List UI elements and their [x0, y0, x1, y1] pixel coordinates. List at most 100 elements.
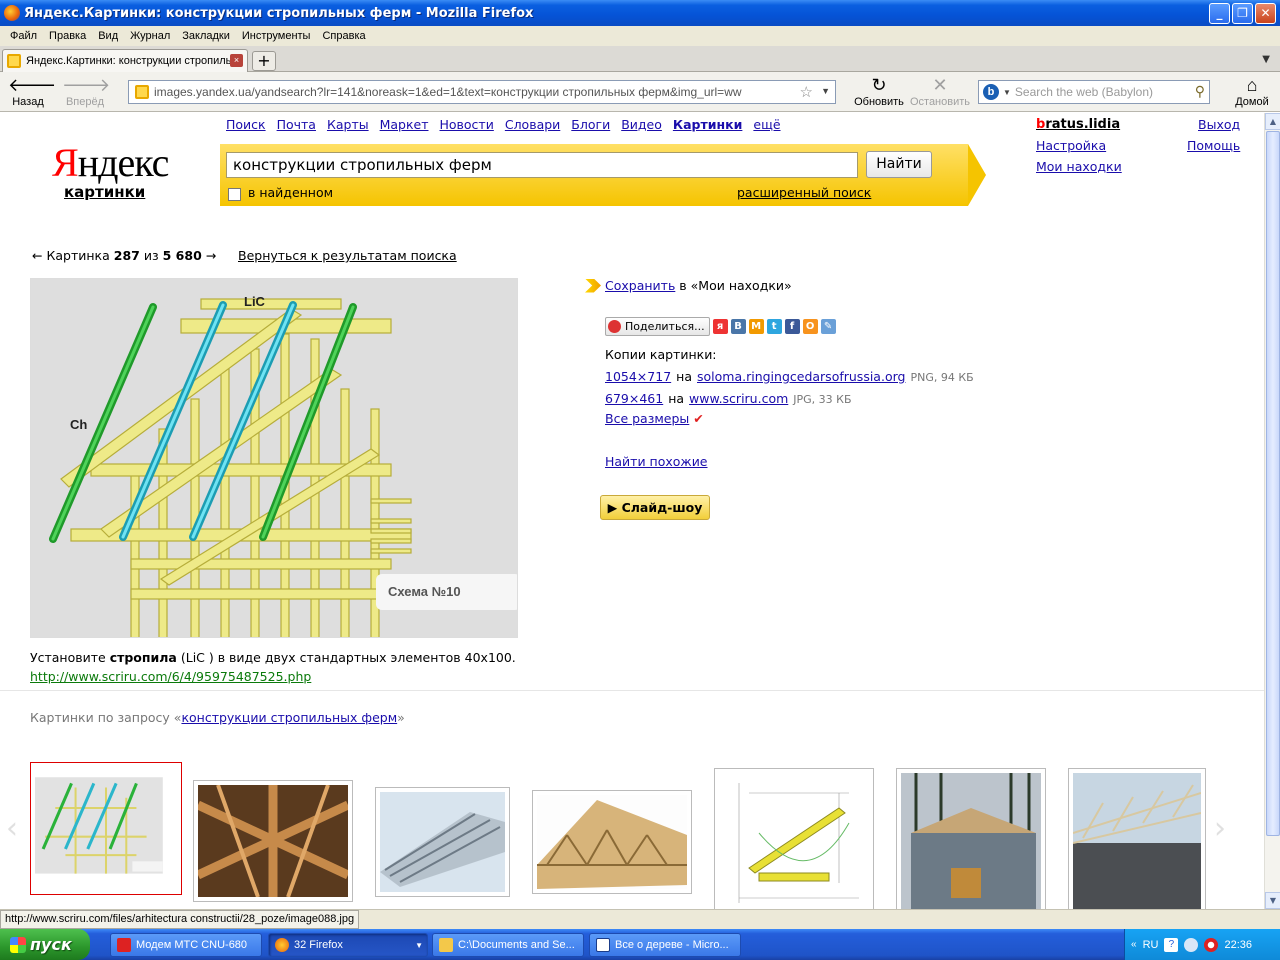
images-section-link[interactable]: картинки [64, 183, 145, 201]
stop-button[interactable]: ✕ Остановить [908, 74, 972, 108]
thumbnail-image [196, 784, 350, 898]
tab-yandex-images[interactable]: Яндекс.Картинки: конструкции стропиль...… [2, 49, 248, 72]
close-button[interactable]: ✕ [1255, 3, 1276, 24]
advanced-search-link[interactable]: расширенный поиск [737, 185, 871, 200]
service-video[interactable]: Видео [621, 117, 662, 132]
scroll-down-arrow-icon[interactable]: ▼ [1265, 892, 1280, 909]
page-scrollbar[interactable]: ▲ ▼ [1264, 113, 1280, 909]
copy-site-link[interactable]: soloma.ringingcedarsofrussia.org [697, 369, 905, 384]
task-explorer[interactable]: C:\Documents and Se... [432, 933, 584, 957]
facebook-icon[interactable]: f [784, 319, 800, 334]
help-link[interactable]: Помощь [1187, 138, 1240, 153]
tab-list-chevron-icon[interactable]: ▼ [1262, 54, 1270, 65]
logout-link[interactable]: Выход [1198, 117, 1240, 132]
address-bar[interactable]: images.yandex.ua/yandsearch?lr=141&norea… [128, 80, 836, 104]
source-url-link[interactable]: http://www.scriru.com/6/4/95975487525.ph… [30, 669, 311, 684]
service-more[interactable]: ещё [753, 117, 780, 132]
service-search[interactable]: Поиск [226, 117, 266, 132]
moi-mir-icon[interactable]: М [748, 319, 764, 334]
thumbnail[interactable] [375, 787, 510, 897]
search-magnifier-icon[interactable]: ⚲ [1195, 83, 1205, 100]
carousel-left-arrow-icon[interactable]: ‹ [6, 811, 20, 847]
back-button[interactable]: 🡐 Назад [8, 74, 57, 108]
my-finds-link[interactable]: Мои находки [1036, 159, 1122, 174]
twitter-icon[interactable]: t [766, 319, 782, 334]
copy-site-link[interactable]: www.scriru.com [689, 391, 788, 406]
query-input[interactable]: конструкции стропильных ферм [226, 152, 858, 178]
service-images[interactable]: Картинки [673, 117, 742, 132]
search-button[interactable]: Найти [866, 151, 932, 178]
ya-ru-icon[interactable]: я [712, 319, 728, 334]
slideshow-button[interactable]: ▶ Слайд-шоу [600, 495, 710, 520]
menu-tools[interactable]: Инструменты [236, 30, 317, 42]
main-image[interactable]: LiC Ch Схема №10 [30, 278, 518, 638]
next-image-arrow-icon[interactable]: → [206, 248, 216, 263]
bookmark-star-icon[interactable]: ☆ [800, 83, 813, 101]
new-tab-button[interactable]: + [252, 51, 276, 71]
tab-title: Яндекс.Картинки: конструкции стропиль... [26, 55, 241, 67]
task-word[interactable]: Все о дереве - Micro... [589, 933, 741, 957]
save-link[interactable]: Сохранить [605, 278, 675, 293]
service-news[interactable]: Новости [440, 117, 494, 132]
start-button[interactable]: пуск [0, 929, 90, 960]
ch-label: Ch [70, 417, 87, 432]
service-maps[interactable]: Карты [327, 117, 369, 132]
menu-file[interactable]: Файл [4, 30, 43, 42]
thumbnail[interactable] [532, 790, 692, 894]
engine-dropdown-icon[interactable]: ▼ [1003, 88, 1011, 97]
reload-button[interactable]: ↻ Обновить [852, 74, 906, 108]
prev-image-arrow-icon[interactable]: ← [32, 248, 42, 263]
tab-close-button[interactable]: × [230, 54, 243, 67]
help-icon[interactable]: ? [1164, 937, 1179, 952]
thumbnail[interactable] [30, 762, 182, 895]
service-dictionaries[interactable]: Словари [505, 117, 560, 132]
tray-expand-icon[interactable]: « [1131, 939, 1137, 950]
forward-button[interactable]: 🡒 Вперёд [62, 74, 110, 108]
back-arrow-icon: 🡐 [8, 75, 57, 95]
related-query-link[interactable]: конструкции стропильных ферм [181, 710, 397, 725]
minimize-button[interactable]: _ [1209, 3, 1230, 24]
back-to-results-link[interactable]: Вернуться к результатам поиска [238, 248, 457, 263]
scroll-thumb[interactable] [1266, 131, 1280, 836]
user-name-link[interactable]: bratus.lidia [1036, 117, 1120, 132]
web-search-box[interactable]: b ▼ Search the web (Babylon) ⚲ [978, 80, 1210, 104]
carousel-right-arrow-icon[interactable]: › [1214, 811, 1228, 847]
share-toolbar: Поделиться... я В М t f О ✎ [605, 317, 836, 336]
yandex-logo[interactable]: Яндекс [52, 139, 169, 186]
settings-link[interactable]: Настройка [1036, 138, 1106, 153]
find-similar-link[interactable]: Найти похожие [605, 454, 708, 469]
in-found-checkbox[interactable] [228, 188, 241, 201]
service-market[interactable]: Маркет [380, 117, 429, 132]
copy-size-link[interactable]: 679×461 [605, 391, 663, 406]
menu-edit[interactable]: Правка [43, 30, 92, 42]
language-indicator[interactable]: RU [1143, 939, 1159, 951]
thumbnail[interactable] [714, 768, 874, 909]
pager-total: 5 680 [162, 248, 202, 263]
url-history-dropdown-icon[interactable]: ▼ [821, 86, 830, 96]
livejournal-icon[interactable]: ✎ [820, 319, 836, 334]
vkontakte-icon[interactable]: В [730, 319, 746, 334]
service-mail[interactable]: Почта [277, 117, 316, 132]
maximize-button[interactable]: ❐ [1232, 3, 1253, 24]
home-button[interactable]: ⌂ Домой [1232, 74, 1272, 108]
opera-icon[interactable] [1204, 937, 1219, 952]
menu-history[interactable]: Журнал [124, 30, 176, 42]
thumbnail[interactable] [193, 780, 353, 902]
babylon-engine-icon[interactable]: b [983, 84, 999, 100]
menu-help[interactable]: Справка [316, 30, 371, 42]
share-button[interactable]: Поделиться... [605, 317, 710, 336]
thumbnail[interactable] [896, 768, 1046, 909]
menu-bookmarks[interactable]: Закладки [176, 30, 236, 42]
task-label: C:\Documents and Se... [458, 939, 575, 951]
all-sizes-link[interactable]: Все размеры [605, 411, 689, 426]
odnoklassniki-icon[interactable]: О [802, 319, 818, 334]
thumbnail[interactable] [1068, 768, 1206, 909]
copy-size-link[interactable]: 1054×717 [605, 369, 671, 384]
task-modem[interactable]: Модем МТС CNU-680 [110, 933, 262, 957]
scroll-up-arrow-icon[interactable]: ▲ [1265, 113, 1280, 130]
menu-view[interactable]: Вид [92, 30, 124, 42]
task-firefox[interactable]: 32 Firefox ▼ [268, 933, 428, 957]
user-first-letter: b [1036, 117, 1046, 132]
network-icon[interactable] [1184, 937, 1199, 952]
service-blogs[interactable]: Блоги [571, 117, 610, 132]
